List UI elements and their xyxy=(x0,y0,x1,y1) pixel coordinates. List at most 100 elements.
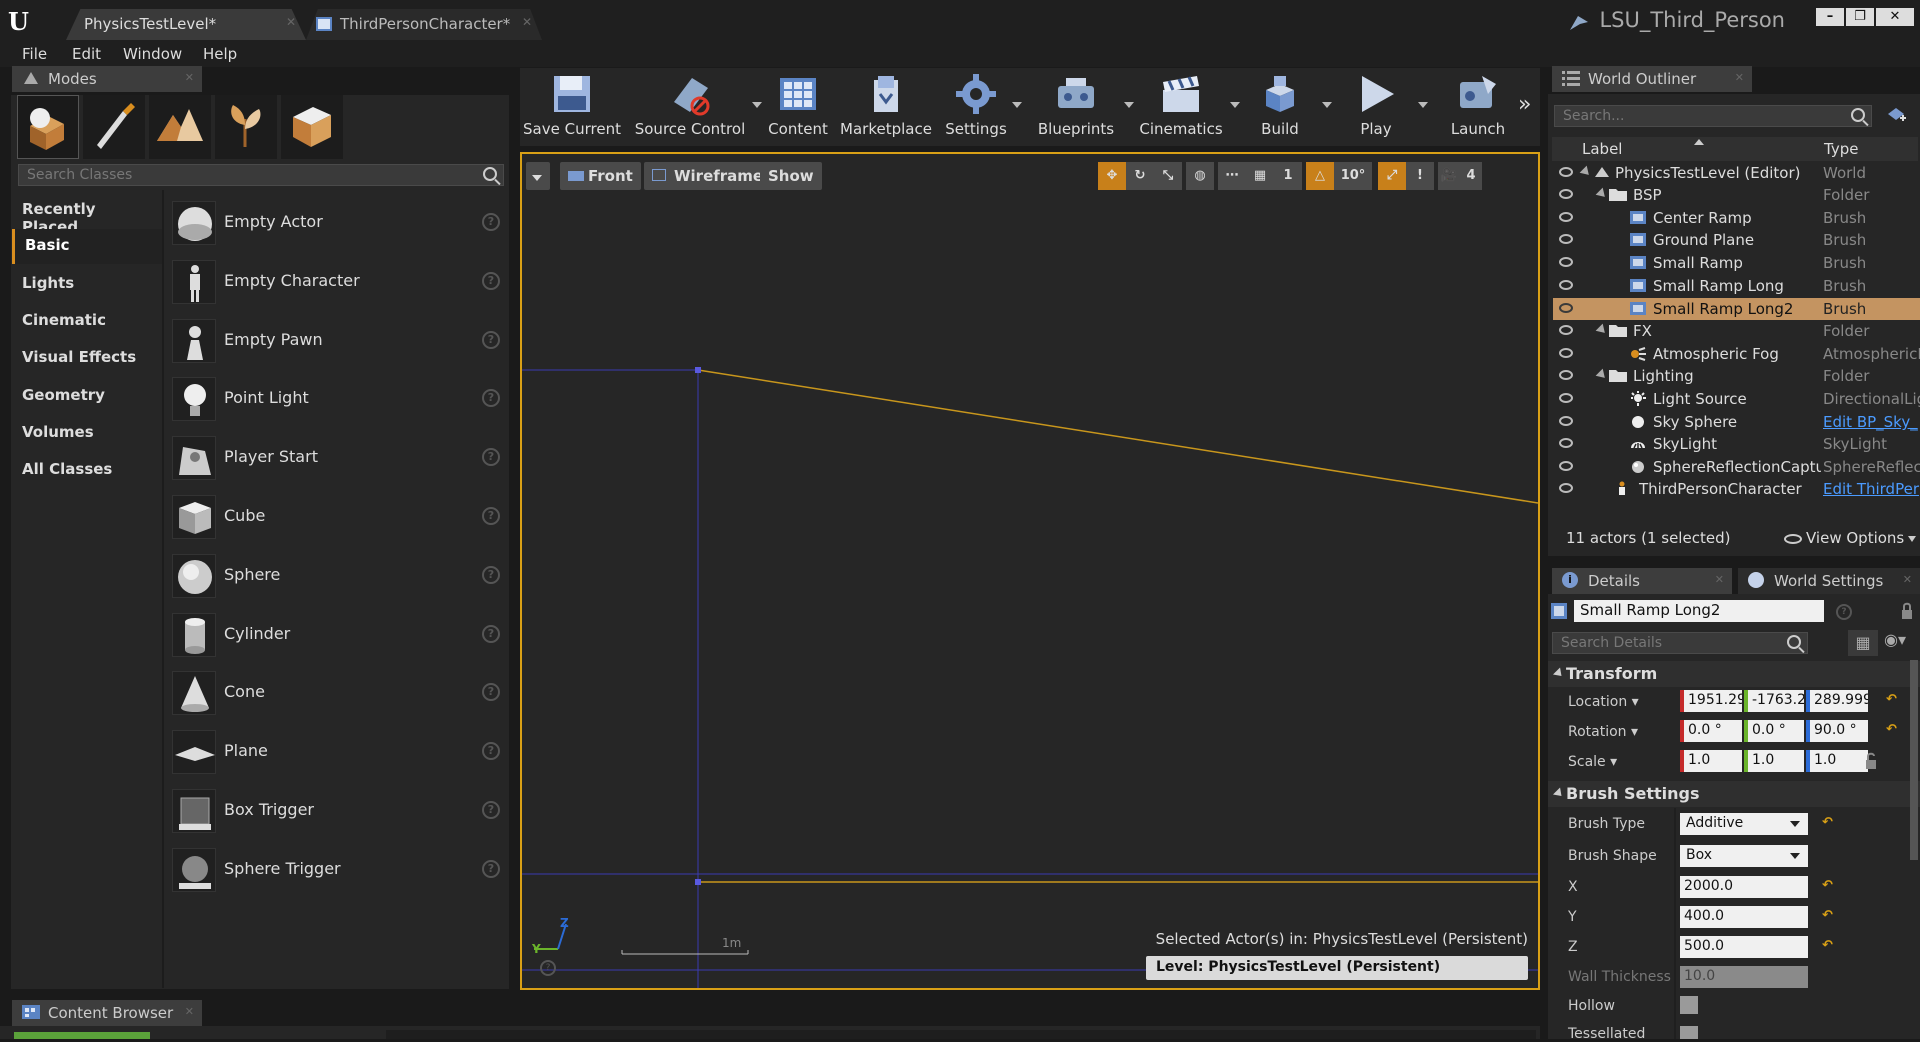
marketplace-button[interactable]: Marketplace xyxy=(838,68,934,144)
place-mode-button[interactable] xyxy=(17,95,79,159)
place-item-empty-actor[interactable]: Empty Actor ? xyxy=(166,195,506,251)
tab-physics-test-level[interactable]: PhysicsTestLevel* ✕ xyxy=(66,9,306,40)
details-tab[interactable]: i Details ✕ xyxy=(1552,568,1732,594)
visibility-eye-icon[interactable] xyxy=(1559,348,1573,358)
visibility-eye-icon[interactable] xyxy=(1559,370,1573,380)
help-icon[interactable]: ? xyxy=(482,860,500,878)
outliner-row-small-ramp-long2[interactable]: Small Ramp Long2 Brush xyxy=(1553,298,1920,320)
rotation-label[interactable]: Rotation ▾ xyxy=(1568,724,1638,740)
rotation-x-field[interactable]: 0.0 ° xyxy=(1684,720,1742,742)
close-icon[interactable]: ✕ xyxy=(1735,71,1744,84)
place-item-sphere[interactable]: Sphere ? xyxy=(166,548,506,604)
outliner-row-bsp-folder[interactable]: BSP Folder xyxy=(1553,184,1920,206)
help-icon[interactable]: ? xyxy=(1836,604,1852,620)
chevron-down-icon[interactable] xyxy=(1322,102,1332,108)
foliage-mode-button[interactable] xyxy=(215,95,277,159)
reset-to-default-icon[interactable]: ↶ xyxy=(1822,815,1833,830)
paint-mode-button[interactable] xyxy=(83,95,145,159)
type-column-header[interactable]: Type xyxy=(1824,140,1858,158)
level-viewport[interactable]: Front Wireframe Show ✥ ↻ ⤡ ◍ ⋯ ▦ 1 △ 10°… xyxy=(520,152,1540,990)
outliner-row-ground-plane[interactable]: Ground Plane Brush xyxy=(1553,229,1920,251)
visibility-eye-icon[interactable] xyxy=(1559,438,1573,448)
visibility-eye-icon[interactable] xyxy=(1559,234,1573,244)
source-control-status-icon[interactable] xyxy=(1568,14,1590,32)
visibility-eye-icon[interactable] xyxy=(1559,483,1573,493)
place-item-sphere-trigger[interactable]: Sphere Trigger ? xyxy=(166,842,506,898)
close-icon[interactable]: ✕ xyxy=(1715,573,1724,586)
build-button[interactable]: Build xyxy=(1246,68,1332,144)
actor-name-field[interactable]: Small Ramp Long2 xyxy=(1574,600,1824,622)
close-icon[interactable]: ✕ xyxy=(286,15,296,29)
visibility-eye-icon[interactable] xyxy=(1559,189,1573,199)
menu-file[interactable]: File xyxy=(22,45,47,63)
visibility-eye-icon[interactable] xyxy=(1559,303,1573,313)
rotation-y-field[interactable]: 0.0 ° xyxy=(1748,720,1804,742)
outliner-search-input[interactable]: Search... xyxy=(1554,105,1872,127)
close-window-button[interactable]: ✕ xyxy=(1876,8,1914,26)
tessellated-checkbox[interactable] xyxy=(1680,1026,1698,1039)
help-icon[interactable]: ? xyxy=(482,272,500,290)
help-icon[interactable]: ? xyxy=(482,331,500,349)
place-item-player-start[interactable]: Player Start ? xyxy=(166,430,506,486)
play-button[interactable]: Play xyxy=(1346,68,1428,144)
source-control-button[interactable]: Source Control xyxy=(628,68,762,144)
help-icon[interactable]: ? xyxy=(482,566,500,584)
brush-type-dropdown[interactable]: Additive xyxy=(1680,813,1808,835)
brush-settings-section-header[interactable]: Brush Settings xyxy=(1548,781,1920,807)
place-item-plane[interactable]: Plane ? xyxy=(166,724,506,780)
outliner-row-skylight[interactable]: SkyLight SkyLight xyxy=(1553,433,1920,455)
view-options-button[interactable]: View Options xyxy=(1784,529,1917,547)
scale-z-field[interactable]: 1.0 xyxy=(1810,750,1868,772)
brush-y-field[interactable]: 400.0 xyxy=(1680,906,1808,928)
location-label[interactable]: Location ▾ xyxy=(1568,694,1639,710)
chevron-down-icon[interactable] xyxy=(1124,102,1134,108)
location-y-field[interactable]: -1763.2 xyxy=(1748,690,1804,712)
category-geometry[interactable]: Geometry xyxy=(12,379,162,414)
details-view-options-icon[interactable]: ◉▾ xyxy=(1884,630,1918,656)
visibility-eye-icon[interactable] xyxy=(1559,461,1573,471)
place-item-cylinder[interactable]: Cylinder ? xyxy=(166,607,506,663)
outliner-row-center-ramp[interactable]: Center Ramp Brush xyxy=(1553,207,1920,229)
menu-help[interactable]: Help xyxy=(203,45,237,63)
expand-arrow-icon[interactable] xyxy=(1579,165,1593,179)
geometry-mode-button[interactable] xyxy=(281,95,343,159)
help-icon[interactable]: ? xyxy=(482,448,500,466)
scale-y-field[interactable]: 1.0 xyxy=(1748,750,1804,772)
close-icon[interactable]: ✕ xyxy=(1903,573,1912,586)
expand-arrow-icon[interactable] xyxy=(1595,323,1609,337)
place-item-cube[interactable]: Cube ? xyxy=(166,489,506,545)
lock-scale-icon[interactable] xyxy=(1864,752,1878,770)
label-column-header[interactable]: Label xyxy=(1582,140,1622,158)
search-classes-input[interactable]: Search Classes xyxy=(18,164,504,186)
close-icon[interactable]: ✕ xyxy=(522,15,532,29)
maximize-button[interactable]: ❐ xyxy=(1846,8,1874,26)
reset-to-default-icon[interactable]: ↶ xyxy=(1886,692,1897,707)
category-cinematic[interactable]: Cinematic xyxy=(12,304,162,339)
category-recently-placed[interactable]: Recently Placed xyxy=(12,193,162,236)
outliner-row-world[interactable]: PhysicsTestLevel (Editor) World xyxy=(1553,162,1920,184)
settings-button[interactable]: Settings xyxy=(940,68,1022,144)
lock-icon[interactable] xyxy=(1900,602,1914,620)
category-volumes[interactable]: Volumes xyxy=(12,416,162,451)
brush-shape-dropdown[interactable]: Box xyxy=(1680,845,1808,867)
menu-edit[interactable]: Edit xyxy=(72,45,101,63)
location-x-field[interactable]: 1951.29 xyxy=(1684,690,1742,712)
scale-label[interactable]: Scale ▾ xyxy=(1568,754,1617,770)
world-settings-tab[interactable]: World Settings ✕ xyxy=(1738,568,1920,594)
toolbar-overflow-icon[interactable]: » xyxy=(1518,92,1531,117)
outliner-row-light-source[interactable]: Light Source DirectionalLig xyxy=(1553,388,1920,410)
brush-vertex[interactable] xyxy=(695,367,701,373)
cinematics-button[interactable]: Cinematics xyxy=(1136,68,1240,144)
close-icon[interactable]: ✕ xyxy=(185,1005,194,1018)
category-visual-effects[interactable]: Visual Effects xyxy=(12,341,162,376)
details-scrollbar[interactable] xyxy=(1910,660,1918,860)
details-search-input[interactable]: Search Details xyxy=(1552,632,1808,654)
location-z-field[interactable]: 289.999 xyxy=(1810,690,1868,712)
outliner-row-lighting-folder[interactable]: Lighting Folder xyxy=(1553,365,1920,387)
expand-arrow-icon[interactable] xyxy=(1595,368,1609,382)
transform-section-header[interactable]: Transform xyxy=(1548,661,1920,687)
launch-button[interactable]: Launch xyxy=(1440,68,1516,144)
visibility-eye-icon[interactable] xyxy=(1559,167,1573,177)
place-item-empty-character[interactable]: Empty Character ? xyxy=(166,254,506,310)
brush-vertex[interactable] xyxy=(695,879,701,885)
